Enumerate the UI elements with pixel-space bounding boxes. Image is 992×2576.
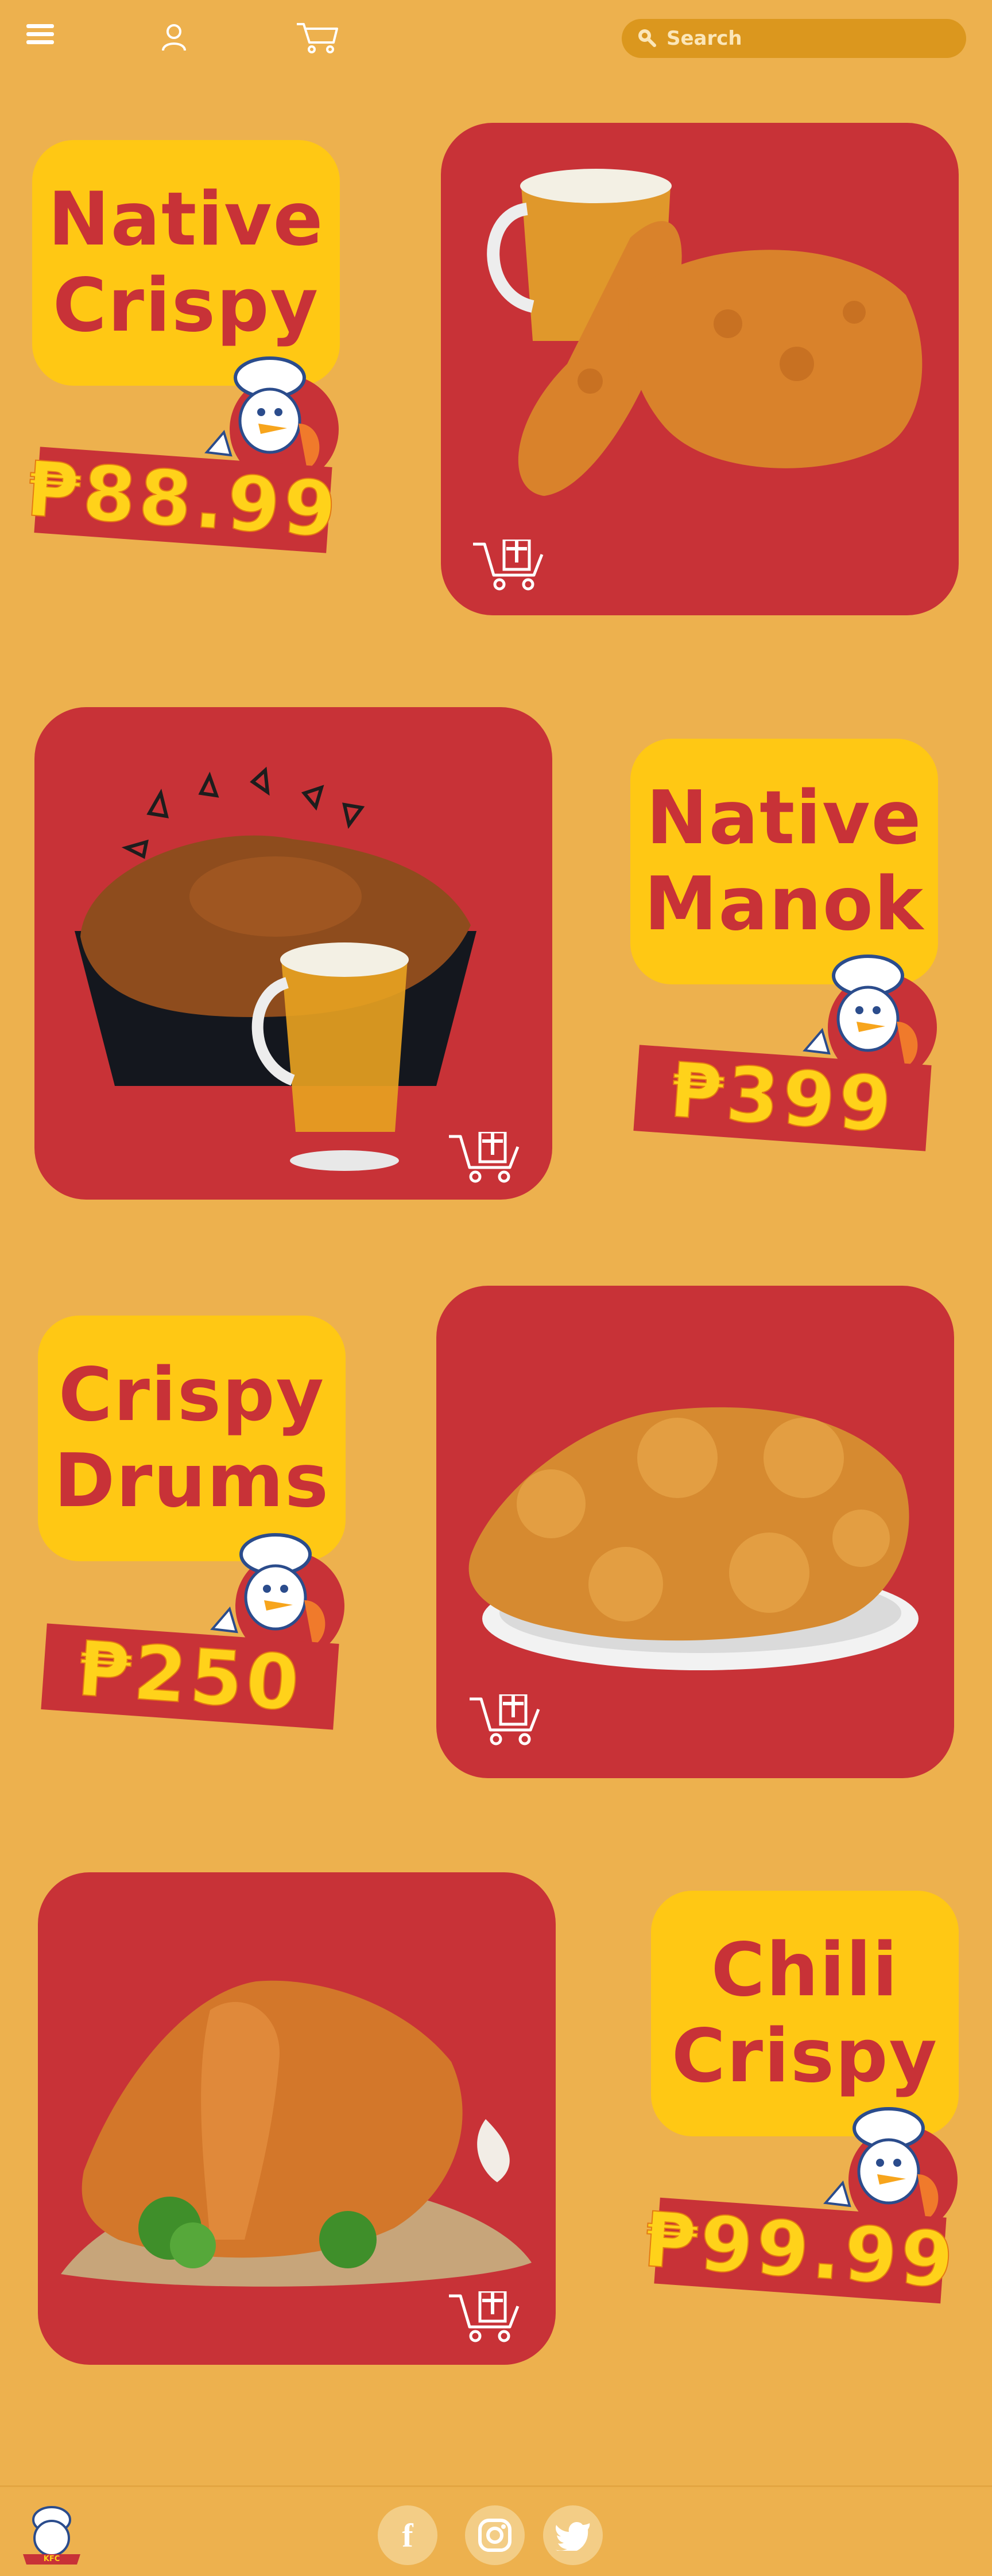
product-name-line2: Crispy [52, 263, 320, 348]
price-tag: ₱99.99 [641, 2195, 960, 2306]
price-tag: ₱250 [41, 1623, 339, 1730]
add-to-cart-icon[interactable] [468, 1693, 543, 1746]
product-photo-card[interactable] [441, 123, 959, 615]
price-tag: ₱399 [633, 1045, 932, 1151]
product-name-card: Chili Crispy [651, 1891, 959, 2136]
product-name-card: Native Crispy [32, 140, 340, 386]
product-name-line1: Chili [711, 1927, 899, 2013]
product-name-line2: Crispy [671, 2014, 939, 2099]
product-name-card: Crispy Drums [38, 1316, 346, 1561]
product-name-line1: Native [48, 177, 324, 262]
user-icon[interactable] [161, 23, 187, 52]
search-input[interactable]: Search [622, 19, 966, 58]
menu-icon[interactable] [26, 23, 54, 46]
cart-icon[interactable] [296, 21, 339, 54]
twitter-icon[interactable] [543, 2505, 603, 2565]
product-price: ₱399 [666, 1046, 898, 1151]
price-tag: ₱88.99 [24, 444, 343, 556]
facebook-glyph: f [402, 2516, 413, 2554]
roast-chicken-beer-image [75, 766, 476, 1171]
search-icon [637, 28, 656, 49]
brand-logo[interactable]: KFC [17, 2497, 86, 2566]
facebook-icon[interactable]: f [378, 2505, 437, 2565]
product-name-line2: Drums [53, 1438, 330, 1524]
product-name-line2: Manok [644, 862, 924, 947]
product-photo-card[interactable] [34, 707, 552, 1200]
product-name-line1: Native [646, 775, 923, 861]
product-photo-card[interactable] [38, 1872, 556, 2365]
add-to-cart-icon[interactable] [448, 2290, 522, 2343]
instagram-icon[interactable] [465, 2505, 525, 2565]
product-name-line1: Crispy [58, 1352, 326, 1438]
product-name-card: Native Manok [630, 739, 938, 984]
svg-text:KFC: KFC [44, 2555, 60, 2563]
add-to-cart-icon[interactable] [472, 538, 547, 591]
search-placeholder: Search [666, 27, 742, 50]
top-nav: Search [0, 0, 992, 75]
product-photo-card[interactable] [436, 1286, 954, 1778]
product-price: ₱250 [74, 1624, 305, 1729]
add-to-cart-icon[interactable] [448, 1130, 522, 1184]
